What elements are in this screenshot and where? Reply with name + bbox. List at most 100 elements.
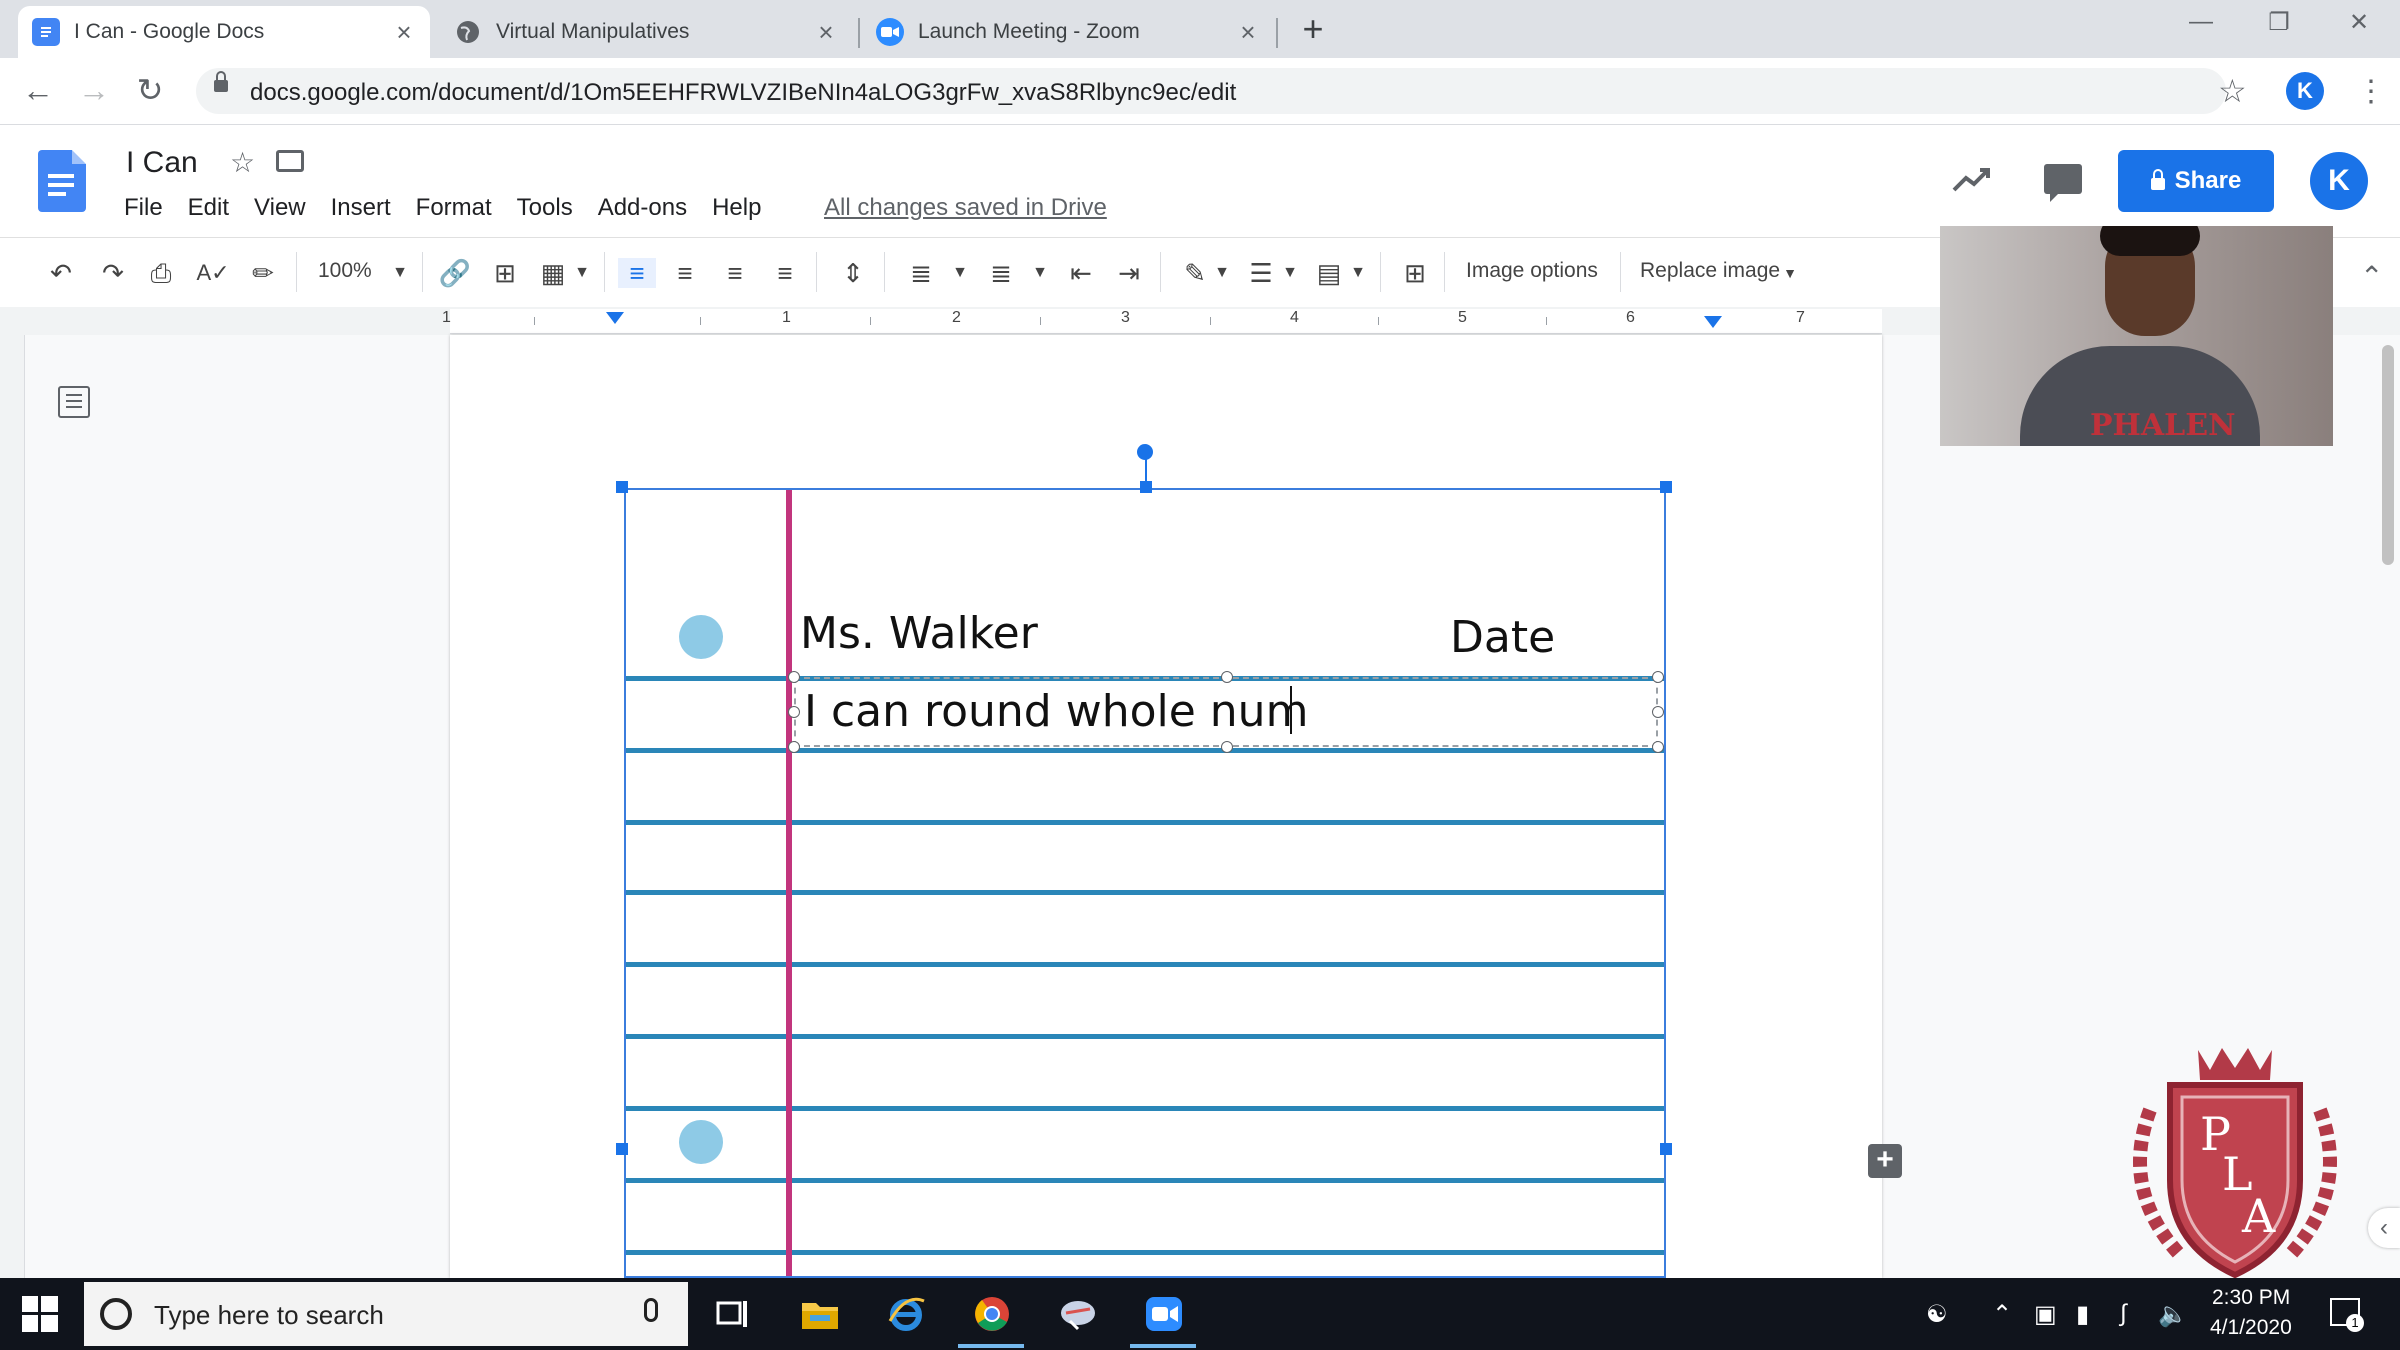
- scrollbar-thumb[interactable]: [2382, 345, 2394, 565]
- save-status[interactable]: All changes saved in Drive: [824, 194, 1107, 222]
- task-view-icon[interactable]: [712, 1295, 752, 1333]
- zoom-app-icon[interactable]: [1144, 1295, 1184, 1333]
- tab-google-docs[interactable]: I Can - Google Docs ×: [18, 6, 430, 58]
- zoom-select[interactable]: 100%: [318, 259, 372, 283]
- browser-profile-avatar[interactable]: K: [2286, 72, 2324, 110]
- tab-zoom-meeting[interactable]: Launch Meeting - Zoom ×: [862, 6, 1274, 58]
- chrome-icon[interactable]: [972, 1295, 1012, 1333]
- chevron-down-icon[interactable]: ▼: [1348, 258, 1368, 288]
- activity-dashboard-icon[interactable]: [1952, 164, 1992, 199]
- border-dash-icon[interactable]: ▤: [1312, 258, 1346, 288]
- i-can-statement-text[interactable]: I can round whole num: [804, 686, 1308, 737]
- align-left-icon[interactable]: ≡: [618, 258, 656, 288]
- crop-icon[interactable]: ⊞: [1398, 258, 1432, 288]
- chevron-up-icon[interactable]: ⌃: [2360, 260, 2383, 293]
- browser-menu-icon[interactable]: ⋮: [2356, 74, 2386, 109]
- border-weight-icon[interactable]: ☰: [1244, 258, 1278, 288]
- numbered-list-icon[interactable]: ≣: [904, 258, 938, 288]
- restore-icon[interactable]: ❐: [2254, 8, 2304, 44]
- file-explorer-icon[interactable]: [800, 1295, 840, 1333]
- star-icon[interactable]: ☆: [230, 146, 255, 179]
- menu-format[interactable]: Format: [416, 194, 492, 222]
- notebook-paper-image[interactable]: [624, 488, 1666, 1278]
- text-box-handle[interactable]: [1652, 741, 1664, 753]
- comment-history-icon[interactable]: [2044, 164, 2082, 202]
- menu-help[interactable]: Help: [712, 194, 761, 222]
- bulleted-list-icon[interactable]: ≣: [984, 258, 1018, 288]
- text-box-handle[interactable]: [788, 706, 800, 718]
- paint-format-icon[interactable]: ✏: [246, 258, 280, 288]
- decrease-indent-icon[interactable]: ⇤: [1064, 258, 1098, 288]
- close-icon[interactable]: ×: [1236, 17, 1260, 48]
- google-docs-logo-icon[interactable]: [38, 150, 86, 212]
- resize-handle[interactable]: [1660, 1143, 1672, 1155]
- add-comment-icon[interactable]: +: [1868, 1144, 1902, 1178]
- chevron-down-icon[interactable]: ▼: [1280, 258, 1300, 288]
- whiteboard-app-icon[interactable]: [1058, 1295, 1098, 1333]
- account-avatar[interactable]: K: [2310, 152, 2368, 210]
- forward-arrow-icon[interactable]: →: [74, 70, 114, 110]
- increase-indent-icon[interactable]: ⇥: [1112, 258, 1146, 288]
- undo-icon[interactable]: ↶: [44, 258, 78, 288]
- text-box-handle[interactable]: [788, 741, 800, 753]
- insert-image-icon[interactable]: ▦: [536, 258, 570, 288]
- resize-handle[interactable]: [1140, 481, 1152, 493]
- print-icon[interactable]: ⎙: [144, 258, 178, 288]
- menu-add-ons[interactable]: Add-ons: [598, 194, 687, 222]
- internet-explorer-icon[interactable]: [886, 1295, 926, 1333]
- minimize-icon[interactable]: —: [2176, 8, 2226, 44]
- wifi-icon[interactable]: ∫: [2120, 1300, 2127, 1328]
- date-label-text[interactable]: Date: [1450, 612, 1555, 663]
- window-close-icon[interactable]: ✕: [2334, 8, 2384, 44]
- text-box-handle[interactable]: [788, 671, 800, 683]
- text-box-handle[interactable]: [1652, 706, 1664, 718]
- redo-icon[interactable]: ↷: [96, 258, 130, 288]
- image-options-button[interactable]: Image options: [1466, 259, 1598, 283]
- close-icon[interactable]: ×: [814, 17, 838, 48]
- chevron-down-icon[interactable]: ▼: [572, 258, 592, 288]
- taskbar-search-placeholder[interactable]: Type here to search: [154, 1300, 384, 1331]
- line-spacing-icon[interactable]: ⇕: [834, 258, 872, 288]
- chevron-down-icon[interactable]: ▼: [950, 258, 970, 288]
- menu-file[interactable]: File: [124, 194, 163, 222]
- right-indent-marker[interactable]: [1704, 316, 1722, 328]
- new-tab-plus-icon[interactable]: +: [1295, 11, 1331, 48]
- windows-start-icon[interactable]: [22, 1296, 58, 1332]
- people-icon[interactable]: ☯: [1926, 1300, 1948, 1329]
- reload-icon[interactable]: ↻: [130, 70, 170, 110]
- replace-image-button[interactable]: Replace image: [1640, 259, 1780, 283]
- lock-icon[interactable]: [214, 71, 228, 92]
- align-center-icon[interactable]: ≡: [668, 258, 702, 288]
- resize-handle[interactable]: [616, 1143, 628, 1155]
- text-box-handle[interactable]: [1652, 671, 1664, 683]
- menu-edit[interactable]: Edit: [188, 194, 229, 222]
- document-title[interactable]: I Can: [126, 146, 198, 180]
- justify-icon[interactable]: ≡: [768, 258, 802, 288]
- chevron-down-icon[interactable]: ▼: [1030, 258, 1050, 288]
- menu-tools[interactable]: Tools: [517, 194, 573, 222]
- move-folder-icon[interactable]: [276, 150, 304, 172]
- clock-date[interactable]: 4/1/2020: [2210, 1316, 2292, 1340]
- chevron-down-icon[interactable]: ▼: [1782, 258, 1798, 288]
- chevron-left-icon[interactable]: ‹: [2368, 1208, 2400, 1248]
- document-outline-icon[interactable]: [58, 386, 90, 418]
- left-indent-marker[interactable]: [606, 312, 624, 324]
- volume-icon[interactable]: 🔈: [2158, 1300, 2188, 1329]
- menu-insert[interactable]: Insert: [331, 194, 391, 222]
- chevron-down-icon[interactable]: ▼: [1212, 258, 1232, 288]
- align-right-icon[interactable]: ≡: [718, 258, 752, 288]
- security-icon[interactable]: ▣: [2034, 1300, 2057, 1329]
- rotate-handle[interactable]: [1137, 444, 1153, 460]
- close-icon[interactable]: ×: [392, 17, 416, 48]
- microphone-icon[interactable]: [644, 1298, 658, 1322]
- battery-icon[interactable]: ▮: [2076, 1300, 2089, 1329]
- horizontal-ruler[interactable]: 1 1 2 3 4 5 6 7: [442, 309, 1882, 334]
- tab-virtual-manipulatives[interactable]: Virtual Manipulatives ×: [440, 6, 852, 58]
- share-button[interactable]: Share: [2118, 150, 2274, 212]
- bookmark-star-icon[interactable]: ☆: [2218, 72, 2247, 110]
- border-color-icon[interactable]: ✎: [1178, 258, 1212, 288]
- menu-view[interactable]: View: [254, 194, 306, 222]
- text-box-handle[interactable]: [1221, 671, 1233, 683]
- spellcheck-icon[interactable]: A✓: [196, 258, 230, 288]
- text-box-handle[interactable]: [1221, 741, 1233, 753]
